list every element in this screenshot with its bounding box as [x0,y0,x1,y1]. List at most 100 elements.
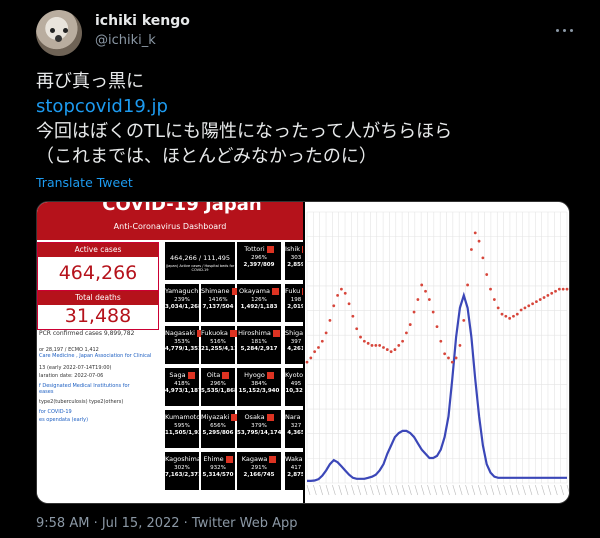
prefecture-count: 5,295/806 [202,430,234,436]
active-cases-label: Active cases [38,243,158,257]
tweet-link[interactable]: stopcovid19.jp [36,96,168,118]
prefecture-count: 7,163/2,371 [165,472,202,478]
avatar[interactable] [36,10,82,56]
prefecture-tile: Fukuoka 516% 21,255/4,113 [201,326,242,364]
user-handle[interactable]: @ichiki_k [95,33,156,48]
tweet-media[interactable]: COVID-19 Japan Anti-Coronavirus Dashboar… [36,201,570,504]
total-deaths-box: Total deaths 31,488 [37,290,159,330]
prefecture-percent: 296% [251,255,267,261]
data-point [328,319,332,322]
tweet-timestamp[interactable]: 9:58 AM · Jul 15, 2022 · Twitter Web App [36,516,298,531]
prefecture-name: Hyogo [237,371,281,379]
prefecture-tile: Shimane 1416% 7,137/504 [201,284,239,322]
x-tick-mark [535,484,539,496]
data-point [538,298,542,301]
dashboard-screenshot[interactable]: COVID-19 Japan Anti-Coronavirus Dashboar… [37,202,303,503]
prefecture-tile: Nara 327 4,365 [285,410,303,448]
prefecture-name: Kagawa [237,455,281,463]
trend-up-icon [271,287,279,295]
data-point [458,344,462,347]
trend-up-icon [266,413,274,421]
x-tick-mark [554,484,558,496]
prefecture-count: 21,255/4,113 [201,346,242,352]
data-point [535,300,538,304]
prefecture-percent: 595% [174,423,190,429]
data-point [473,231,477,235]
data-point [332,304,336,308]
x-tick-mark [414,484,419,496]
prefecture-count: 53,795/14,174 [237,430,282,436]
display-name[interactable]: ichiki kengo [95,13,190,29]
note-line: eases [39,389,54,395]
data-point [489,287,492,291]
x-tick-mark [560,484,564,496]
x-tick-mark [541,484,545,496]
data-point [542,296,546,299]
prefecture-count: 11,505/1,931 [165,430,206,436]
x-tick-mark [515,484,520,496]
prefecture-count: 15,152/3,940 [238,388,280,394]
prefecture-name: Kagoshima [165,455,210,463]
data-point [454,356,458,360]
data-point [554,289,557,293]
data-point [477,239,481,243]
data-point [320,339,324,343]
data-point [347,302,351,306]
prefecture-percent: 656% [210,423,226,429]
data-point [401,339,404,343]
prefecture-percent: 302% [174,465,190,471]
data-point [515,312,519,316]
x-tick-mark [427,484,431,496]
data-point [546,293,550,297]
prefecture-count: 1,492/1,183 [240,304,278,310]
prefecture-name: Kyoto [285,371,303,379]
x-tick-mark [401,484,406,496]
data-point [351,314,355,318]
translate-tweet-link[interactable]: Translate Tweet [36,175,133,190]
national-tile: 464,266 / 111,495 (Japan) Active cases /… [165,242,235,280]
prefecture-name: Shiga [285,329,303,337]
x-tick-mark [477,484,482,496]
data-point [466,283,469,287]
x-tick-mark [484,484,488,496]
data-point [527,304,531,308]
data-point [340,287,343,291]
x-tick-mark [363,484,368,496]
prefecture-tile: Yamaguchi 239% 3,034/1,268 [165,284,210,322]
prefecture-count: 5,535/1,868 [201,388,238,394]
more-options-icon[interactable] [554,17,576,32]
data-point [439,339,443,343]
trend-up-icon [225,455,233,463]
x-tick-mark [471,484,476,496]
data-point [504,314,508,318]
note-checkbox-line[interactable]: type2(tuberculosis) type2(others) [39,399,159,405]
trend-chart-screenshot[interactable] [305,202,569,503]
dashboard-subtitle: Anti-Coronavirus Dashboard [113,222,227,231]
x-tick-mark [382,484,387,496]
tweet-text-line: （これまでは、ほとんどみなかったのに） [36,146,377,167]
series-line [307,291,567,482]
data-point [309,356,313,360]
trend-up-icon [266,371,274,379]
prefecture-percent: 303 [290,255,302,261]
x-tick-mark [490,484,495,496]
x-tick-mark [338,484,342,496]
x-tick-mark [408,484,412,496]
data-point [378,344,382,347]
prefecture-tile: Hyogo 384% 15,152/3,940 [237,368,281,406]
prefecture-tile: Ehime 932% 5,314/570 [201,452,235,490]
prefecture-count: 5,314/570 [202,472,234,478]
prefecture-percent: 417 [290,465,302,471]
trend-up-icon [272,329,280,337]
x-tick-mark [306,484,311,496]
prefecture-percent: 397 [290,339,302,345]
data-point [447,356,450,360]
prefecture-tile: Miyazaki 656% 5,295/806 [201,410,239,448]
prefecture-percent: 495 [290,381,302,387]
prefecture-tile: Nagasaki 353% 4,779/1,351 [165,326,204,364]
prefecture-name: Tottori [237,245,281,253]
prefecture-count: 4,973/1,187 [165,388,202,394]
data-point [508,316,512,320]
x-tick-mark [465,484,469,496]
x-tick-mark [522,484,526,496]
